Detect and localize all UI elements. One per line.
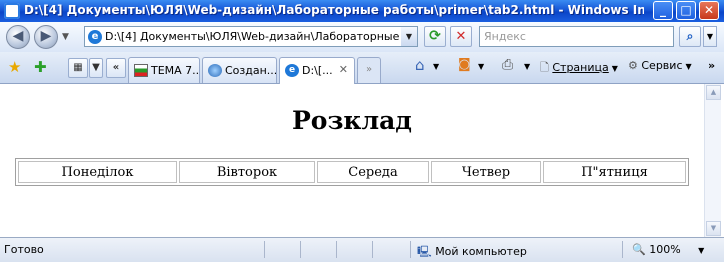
status-text: Готово — [4, 243, 44, 256]
address-dropdown-icon[interactable]: ▼ — [401, 26, 418, 47]
close-window-button[interactable]: ✕ — [699, 1, 719, 20]
page-icon: e — [88, 30, 102, 44]
search-input[interactable]: Яндекс — [479, 26, 674, 47]
page-content: Розклад Понеділок Вівторок Середа Четвер… — [0, 84, 724, 237]
flag-icon — [134, 64, 148, 77]
address-input[interactable]: D:\[4] Документы\ЮЛЯ\Web-дизайн\Лаборато… — [105, 30, 400, 43]
quick-tabs-icon[interactable]: ▦ — [68, 58, 88, 78]
stop-button[interactable]: ✕ — [450, 26, 472, 47]
ie-logo-icon — [4, 3, 20, 19]
status-divider — [336, 241, 337, 258]
recent-pages-dropdown-icon[interactable]: ▼ — [62, 32, 69, 42]
day-cell: П"ятниця — [543, 161, 686, 183]
scroll-up-icon[interactable]: ▲ — [706, 85, 721, 100]
rss-feed-icon[interactable]: ◙ — [458, 57, 471, 72]
page-heading: Розклад — [292, 106, 412, 135]
day-cell: Четвер — [431, 161, 541, 183]
maximize-button[interactable]: □ — [676, 1, 696, 20]
status-divider — [410, 241, 411, 258]
scroll-down-icon[interactable]: ▼ — [706, 221, 721, 236]
title-bar: D:\[4] Документы\ЮЛЯ\Web-дизайн\Лаборато… — [0, 0, 724, 22]
search-icon[interactable]: ⌕ — [679, 26, 701, 47]
tab-label: Создан... — [225, 64, 277, 77]
print-icon[interactable]: ⎙ — [502, 57, 513, 73]
gear-icon: ⚙ — [628, 59, 638, 72]
service-menu-button[interactable]: ⚙ Сервис ▼ — [628, 59, 692, 72]
status-divider — [372, 241, 373, 258]
forward-button[interactable]: ▶ — [34, 25, 58, 49]
status-divider — [264, 241, 265, 258]
security-zone[interactable]: 🖳 Мой компьютер — [417, 243, 527, 262]
page-menu-button[interactable]: 🗋 Страница ▼ — [540, 59, 618, 78]
day-cell: Вівторок — [179, 161, 315, 183]
status-divider — [300, 241, 301, 258]
day-cell: Понеділок — [18, 161, 177, 183]
tab-bar: ★ ✚ ▦ ▼ « ТЕМА 7... Создан... e D:\[... … — [0, 52, 724, 84]
chevron-down-icon: ▼ — [685, 62, 692, 71]
home-dropdown-icon[interactable]: ▼ — [433, 62, 439, 71]
computer-icon: 🖳 — [417, 245, 432, 258]
rss-dropdown-icon[interactable]: ▼ — [478, 62, 484, 71]
close-tab-icon[interactable]: ✕ — [339, 63, 348, 76]
tab-sozdan[interactable]: Создан... — [202, 57, 277, 83]
tab-tema[interactable]: ТЕМА 7... — [128, 57, 200, 83]
search-options-dropdown-icon[interactable]: ▼ — [703, 26, 717, 47]
vertical-scrollbar[interactable]: ▲ ▼ — [704, 84, 721, 237]
tab-list-dropdown-icon[interactable]: ▼ — [89, 58, 103, 78]
day-cell: Середа — [317, 161, 429, 183]
new-tab-button[interactable]: » — [357, 57, 381, 83]
tab-current[interactable]: e D:\[... ✕ — [279, 57, 355, 84]
tabs-scroll-left-icon[interactable]: « — [106, 58, 126, 78]
globe-icon — [208, 64, 222, 77]
ie-page-icon: e — [285, 64, 299, 77]
zoom-level: 100% — [649, 243, 681, 256]
zoom-control[interactable]: 🔍 100% ▼ — [632, 243, 704, 256]
home-icon[interactable]: ⌂ — [415, 56, 425, 74]
navigation-bar: ◀ ▶ ▼ e D:\[4] Документы\ЮЛЯ\Web-дизайн\… — [0, 22, 724, 52]
chevron-down-icon: ▼ — [611, 64, 618, 73]
tab-label: ТЕМА 7... — [151, 64, 200, 77]
service-menu-label: Сервис — [641, 59, 683, 72]
more-commands-icon[interactable]: » — [708, 59, 715, 72]
schedule-table: Понеділок Вівторок Середа Четвер П"ятниц… — [15, 158, 689, 186]
tab-label: D:\[... — [302, 64, 333, 77]
status-divider — [622, 241, 623, 258]
back-button[interactable]: ◀ — [6, 25, 30, 49]
window-title: D:\[4] Документы\ЮЛЯ\Web-дизайн\Лаборато… — [24, 3, 644, 17]
table-row: Понеділок Вівторок Середа Четвер П"ятниц… — [18, 161, 686, 183]
refresh-button[interactable]: ⟳ — [424, 26, 446, 47]
address-bar[interactable]: e D:\[4] Документы\ЮЛЯ\Web-дизайн\Лабора… — [84, 26, 402, 47]
zoom-icon: 🔍 — [632, 243, 646, 256]
status-bar: Готово 🖳 Мой компьютер 🔍 100% ▼ — [0, 237, 724, 262]
favorites-star-icon[interactable]: ★ — [8, 58, 21, 76]
add-favorites-icon[interactable]: ✚ — [34, 58, 47, 76]
zone-label: Мой компьютер — [435, 245, 527, 258]
minimize-button[interactable]: _ — [653, 1, 673, 20]
print-dropdown-icon[interactable]: ▼ — [524, 62, 530, 71]
page-icon: 🗋 — [540, 61, 549, 74]
page-menu-label: Страница — [552, 61, 609, 74]
chevron-down-icon: ▼ — [698, 246, 705, 255]
